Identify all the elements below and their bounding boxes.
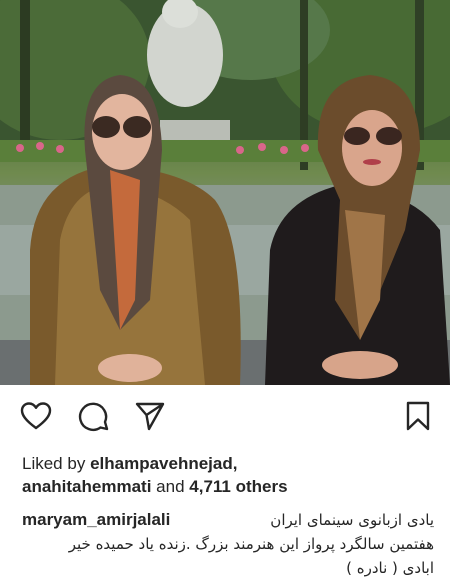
caption-line-2: هفتمین سالگرد پرواز این هنرمند بزرگ .زند…	[68, 535, 434, 553]
like-button[interactable]	[18, 400, 54, 436]
comment-button[interactable]	[76, 400, 112, 436]
others-count-link[interactable]: 4,711 others	[189, 477, 287, 496]
likes-summary: Liked by elhampavehnejad, anahitahemmati…	[22, 452, 432, 498]
save-button[interactable]	[400, 400, 436, 436]
comment-icon	[78, 400, 110, 437]
share-button[interactable]	[132, 400, 168, 436]
liked-by-prefix: Liked by	[22, 454, 86, 473]
and-word: and	[156, 477, 185, 496]
send-icon	[134, 400, 166, 437]
post-caption: maryam_amirjalali یادی ازبانوی سینمای ای…	[22, 508, 434, 580]
second-user-link[interactable]: anahitahemmati	[22, 477, 151, 496]
bookmark-icon	[405, 400, 431, 437]
liked-by-user-link[interactable]: elhampavehnejad,	[90, 454, 237, 473]
post-actions-bar	[0, 392, 450, 444]
caption-line-3: ابادی ( نادره )	[346, 559, 434, 577]
post-photo[interactable]	[0, 0, 450, 385]
caption-username-link[interactable]: maryam_amirjalali	[22, 508, 170, 532]
caption-line-1: یادی ازبانوی سینمای ایران	[270, 511, 434, 529]
photo-illustration	[0, 0, 450, 385]
heart-icon	[20, 401, 52, 436]
